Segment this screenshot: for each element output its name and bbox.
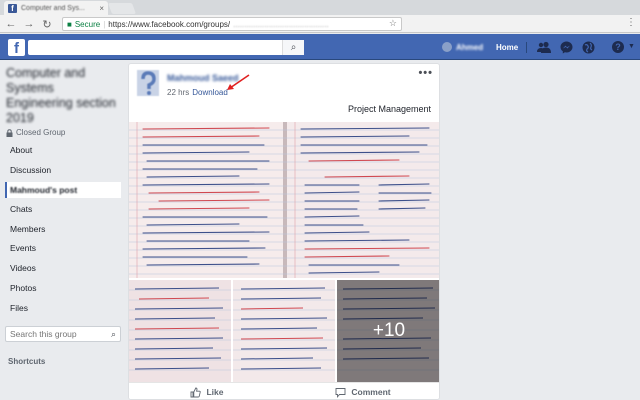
help-icon[interactable]: ? [612,41,624,53]
download-link[interactable]: Download [192,88,228,97]
profile-avatar[interactable] [442,42,452,52]
forward-arrow-icon[interactable]: → [22,17,36,31]
address-separator: | [103,19,106,29]
closed-group-label: Closed Group [6,128,65,137]
post-meta: 22 hrs Download [167,88,228,97]
browser-toolbar: ← → ↻ ■ Secure | https://www.facebook.co… [0,15,640,33]
browser-tab[interactable]: f Computer and Sys... × [4,1,108,15]
sidebar-item-members[interactable]: Members [5,221,121,237]
closed-group-text: Closed Group [16,128,66,137]
sidebar-item-label: Photos [10,283,37,293]
reload-icon[interactable]: ↻ [40,17,54,31]
sidebar-item-label: Videos [10,263,36,273]
more-options-icon[interactable]: ••• [418,67,433,79]
post-photo-main[interactable] [129,122,439,278]
facebook-header: f ⌕ Ahmed Home ? ▼ [0,34,640,60]
sidebar-item-mahmouds-post[interactable]: Mahmoud's post [5,182,121,198]
author-avatar[interactable] [137,70,159,96]
post-timestamp[interactable]: 22 hrs [167,88,189,97]
sidebar-item-label: Events [10,243,36,253]
lock-icon: ■ [67,19,72,29]
red-arrow-annotation [227,74,250,90]
sidebar-item-label: Mahmoud's post [10,185,78,195]
url-blurred-text: ........................................… [233,19,329,29]
browser-menu-icon[interactable]: ⋮ [626,17,636,28]
browser-tab-strip: f Computer and Sys... × [0,0,640,15]
thumbs-up-icon [191,387,202,397]
messenger-icon[interactable] [558,39,574,55]
close-tab-icon[interactable]: × [99,4,104,13]
more-photos-count[interactable]: +10 [337,280,439,382]
friends-icon[interactable] [536,39,552,55]
like-label: Like [206,387,224,397]
tab-title: Computer and Sys... [21,4,85,12]
comment-button[interactable]: Comment [285,383,439,399]
sidebar-item-videos[interactable]: Videos [5,260,121,276]
sidebar-item-events[interactable]: Events [5,240,121,256]
sidebar-item-label: Discussion [10,165,52,175]
address-bar[interactable]: ■ Secure | https://www.facebook.com/grou… [62,17,402,31]
sidebar-item-label: Files [10,303,28,313]
new-tab-button[interactable] [107,3,137,14]
sidebar-item-about[interactable]: About [5,142,121,158]
sidebar-item-chats[interactable]: Chats [5,201,121,217]
sidebar-item-label: About [10,145,33,155]
back-arrow-icon[interactable]: ← [4,17,18,31]
post-photo-thumb[interactable] [129,280,231,382]
home-link[interactable]: Home [496,43,518,52]
group-search[interactable]: ⌕ [5,326,121,342]
facebook-favicon-icon: f [8,3,17,13]
sidebar-item-label: Chats [10,204,33,214]
facebook-search-input[interactable] [28,40,304,55]
facebook-logo-icon[interactable]: f [8,39,25,56]
comment-label: Comment [351,387,391,397]
lock-icon [6,128,13,137]
sidebar-item-discussion[interactable]: Discussion [5,162,121,178]
group-search-input[interactable] [10,329,106,339]
post-photo-more[interactable]: +10 [337,280,439,382]
post-card: Mahmoud Saeed 22 hrs Download ••• Projec… [128,63,440,400]
secure-label: Secure [74,19,101,29]
shortcuts-heading: Shortcuts [8,357,46,366]
bookmark-star-icon[interactable]: ☆ [389,18,397,29]
group-name[interactable]: Computer and Systems Engineering section… [6,66,118,126]
post-photo-thumb[interactable] [233,280,335,382]
post-text: Project Management [347,104,431,114]
url-text: https://www.facebook.com/groups/ [108,19,231,29]
post-actions: Like Comment [129,382,439,399]
like-button[interactable]: Like [129,383,285,399]
comment-icon [335,387,346,398]
sidebar-item-photos[interactable]: Photos [5,280,121,296]
profile-name[interactable]: Ahmed [456,43,483,52]
sidebar-item-files[interactable]: Files [5,300,121,316]
chevron-down-icon[interactable]: ▼ [628,43,635,50]
header-divider [526,42,527,53]
globe-icon[interactable] [580,39,596,55]
sidebar-item-label: Members [10,224,46,234]
search-icon[interactable]: ⌕ [282,40,304,55]
search-icon[interactable]: ⌕ [111,329,116,340]
